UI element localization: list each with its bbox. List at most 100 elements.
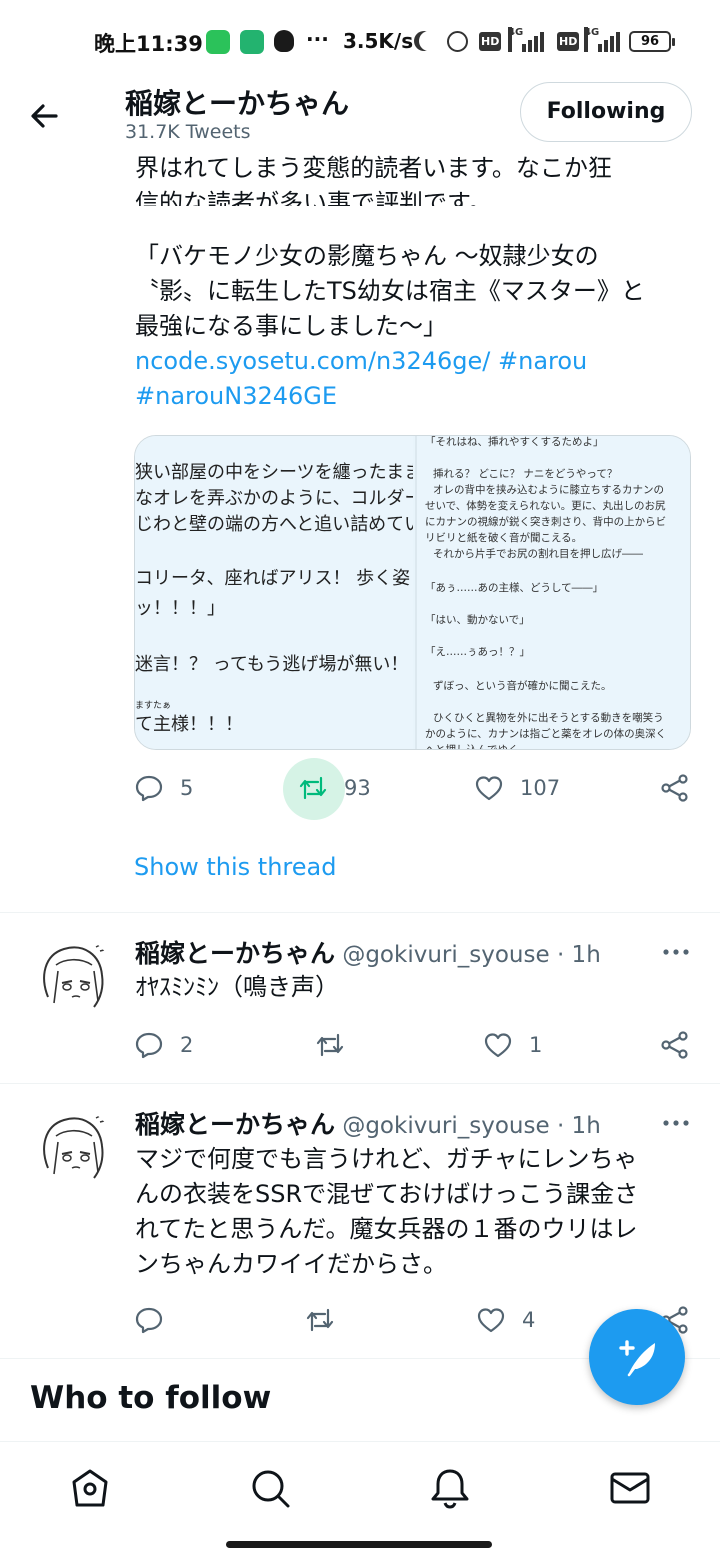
media-text: 迷言！？ ってもう逃げ場が無い！ [135, 654, 409, 675]
home-icon[interactable] [68, 1466, 112, 1510]
retweet-icon[interactable] [305, 1305, 335, 1335]
tweet-media[interactable]: 狭い部屋の中をシーツを纏ったまま なオレを弄ぶかのように、コルダー じわと壁の端… [134, 435, 691, 750]
author-handle[interactable]: @gokivuri_syouse [342, 942, 549, 968]
divider [0, 912, 720, 913]
network-type: 4G [508, 27, 523, 52]
media-text: オレの背中を挟み込むように膝立ちするカナンの [433, 484, 664, 496]
like-action[interactable]: 4 [476, 1305, 535, 1335]
home-gesture-bar[interactable] [226, 1541, 492, 1548]
media-text: それから片手でお尻の割れ目を押し広げ―― [433, 548, 643, 560]
alarm-icon [447, 31, 468, 52]
alien-app-icon [274, 30, 294, 52]
media-text: 「はい、動かないで」 [425, 614, 530, 626]
notifications-icon[interactable] [428, 1466, 472, 1510]
like-count: 4 [522, 1308, 536, 1332]
media-text: 「それはね、挿れやすくするためよ」 [425, 436, 604, 448]
media-text: かのように、カナンは指ごと薬をオレの体の奥深く [425, 728, 667, 740]
reply-action[interactable]: 2 [134, 1030, 193, 1060]
author-handle[interactable]: @gokivuri_syouse [342, 1113, 549, 1139]
more-notifications-icon: ··· [306, 27, 329, 51]
retweet-action[interactable] [305, 1305, 335, 1335]
share-action[interactable] [660, 773, 690, 803]
battery-indicator: 96 [629, 31, 675, 52]
tweet-time: · 1h [556, 1113, 601, 1139]
tweet-line: ンちゃんカワイイだからさ。 [135, 1250, 447, 1278]
media-text: ひくひくと異物を外に出そうとする動きを嘲笑う [433, 712, 664, 724]
tweet-line: 最強になる事にしました〜」 [135, 312, 447, 340]
reply-count: 2 [180, 1033, 194, 1057]
like-icon[interactable] [476, 1305, 506, 1335]
media-text: て主様！！！ [135, 714, 243, 735]
retweet-icon[interactable] [298, 773, 328, 803]
share-action[interactable] [660, 1030, 690, 1060]
status-bar: 晚上11:39 ··· 3.5K/s HD 4G HD 4G 96 [0, 0, 720, 82]
tweet-text: マジで何度でも言うけれど、ガチャにレンちゃ んの衣装をSSRで混ぜておけばけっこ… [135, 1142, 695, 1282]
more-icon[interactable] [662, 947, 690, 957]
reply-action[interactable]: 5 [134, 773, 193, 803]
avatar[interactable] [34, 1108, 114, 1188]
media-text: せいで、体勢を変えられない。更に、丸出しのお尻 [425, 500, 666, 512]
retweet-icon[interactable] [315, 1030, 345, 1060]
retweet-count: 93 [344, 776, 371, 800]
messages-icon[interactable] [608, 1466, 652, 1510]
tweet-link[interactable]: ncode.syosetu.com/n3246ge/ [135, 347, 490, 375]
network-speed: 3.5K/s [343, 29, 414, 53]
hashtag-link[interactable]: #narou [498, 347, 587, 375]
compose-tweet-button[interactable] [589, 1309, 685, 1405]
media-text: コリータ、座ればアリス！ 歩く姿 [135, 568, 411, 589]
like-icon[interactable] [483, 1030, 513, 1060]
media-text: なオレを弄ぶかのように、コルダー [135, 488, 413, 509]
hd-badge: HD [479, 32, 502, 51]
media-image-right[interactable]: 「それはね、挿れやすくするためよ」 挿れる？ どこに？ ナニをどうやって？ オレ… [415, 436, 690, 750]
tweet-line: 〝影〟に転生したTS幼女は宿主《マスター》と [135, 277, 645, 305]
share-icon[interactable] [660, 773, 690, 803]
media-text: ずぼっ、という音が確かに聞こえた。 [433, 680, 612, 692]
wechat-icon [206, 30, 230, 54]
media-text: 挿れる？ どこに？ ナニをどうやって？ [433, 468, 618, 480]
like-icon[interactable] [474, 773, 504, 803]
search-icon[interactable] [248, 1466, 292, 1510]
like-count: 107 [520, 776, 561, 800]
network-type: 4G [584, 27, 599, 52]
avatar[interactable] [34, 937, 114, 1017]
status-time: 晚上11:39 [94, 32, 203, 56]
like-count: 1 [529, 1033, 543, 1057]
tweet-text: 「バケモノ少女の影魔ちゃん 〜奴隷少女の 〝影〟に転生したTS幼女は宿主《マスタ… [135, 239, 695, 414]
reply-action[interactable] [134, 1305, 164, 1335]
reply-icon[interactable] [134, 773, 164, 803]
reply-header: 稲嫁とーかちゃん @gokivuri_syouse · 1h [135, 934, 601, 970]
tweet-line: 信的な読者が多い事で評判です。 [135, 189, 493, 206]
media-text: 「え……ぅあっ！？」 [425, 646, 530, 658]
shield-app-icon [240, 30, 264, 54]
tweet-line: れてたと思うんだ。魔女兵器の１番のウリはレ [135, 1215, 638, 1243]
reply-icon[interactable] [134, 1305, 164, 1335]
share-icon[interactable] [660, 1030, 690, 1060]
tweet-actions: 5 93 107 [0, 758, 720, 820]
media-text: 「あぅ……あの主様、どうして――」 [425, 582, 604, 594]
author-name[interactable]: 稲嫁とーかちゃん [135, 1110, 335, 1139]
hashtag-link[interactable]: #narouN3246GE [135, 382, 337, 410]
profile-header: 稲嫁とーかちゃん 31.7K Tweets Following [0, 82, 720, 152]
following-button[interactable]: Following [520, 82, 692, 142]
media-image-left[interactable]: 狭い部屋の中をシーツを纏ったまま なオレを弄ぶかのように、コルダー じわと壁の端… [135, 436, 413, 749]
like-action[interactable]: 1 [483, 1030, 542, 1060]
media-text: リビリと紙を破く音が聞こえる。 [425, 532, 583, 544]
tweet-line: 界はれてしまう変態的読者います。なこか狂 [135, 154, 612, 182]
divider [0, 1083, 720, 1084]
signal-icon: 4G [584, 27, 624, 52]
retweet-action[interactable]: 93 [298, 773, 371, 803]
media-text: ッ！！！」 [135, 598, 225, 619]
author-name[interactable]: 稲嫁とーかちゃん [135, 939, 335, 968]
reply-icon[interactable] [134, 1030, 164, 1060]
like-action[interactable]: 107 [474, 773, 560, 803]
back-arrow-icon[interactable] [26, 96, 66, 136]
hd-badge: HD [557, 32, 580, 51]
tweet-count: 31.7K Tweets [125, 121, 251, 143]
show-thread-link[interactable]: Show this thread [134, 853, 336, 881]
more-icon[interactable] [662, 1118, 690, 1128]
media-text: へと押し込んでゆく [425, 744, 519, 750]
tweet-time: · 1h [556, 942, 601, 968]
profile-name: 稲嫁とーかちゃん [125, 87, 350, 120]
retweet-action[interactable] [315, 1030, 345, 1060]
who-to-follow-heading: Who to follow [30, 1380, 272, 1416]
